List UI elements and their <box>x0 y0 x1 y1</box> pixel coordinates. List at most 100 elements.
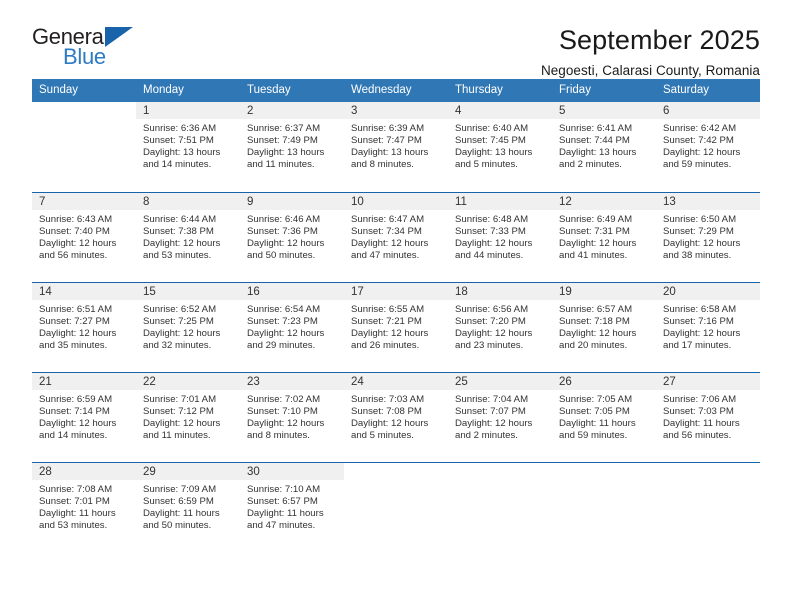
day-number: 13 <box>656 193 760 210</box>
calendar-day-cell[interactable]: 14 Sunrise: 6:51 AM Sunset: 7:27 PM Dayligh… <box>32 283 136 372</box>
day-number: 19 <box>552 283 656 300</box>
sunset-text: Sunset: 7:12 PM <box>143 406 214 418</box>
daylight-text-line1: Daylight: 12 hours <box>39 328 117 340</box>
sunrise-text: Sunrise: 7:02 AM <box>247 394 321 405</box>
sunrise-text: Sunrise: 6:54 AM <box>247 304 321 315</box>
calendar-day-cell[interactable]: 10 Sunrise: 6:47 AM Sunset: 7:34 PM Dayligh… <box>344 193 448 282</box>
weekday-header-thursday: Thursday <box>455 84 503 96</box>
day-details: Sunrise: 6:39 AM Sunset: 7:47 PM Daylight:… <box>344 119 448 171</box>
day-details: Sunrise: 7:03 AM Sunset: 7:08 PM Daylight:… <box>344 390 448 442</box>
calendar-day-cell-empty <box>32 102 136 192</box>
day-details: Sunrise: 6:56 AM Sunset: 7:20 PM Daylight:… <box>448 300 552 352</box>
calendar-day-cell[interactable]: 9 Sunrise: 6:46 AM Sunset: 7:36 PM Daylight… <box>240 193 344 282</box>
calendar-day-cell[interactable]: 26 Sunrise: 7:05 AM Sunset: 7:05 PM Dayligh… <box>552 373 656 462</box>
sunset-text: Sunset: 7:05 PM <box>559 406 630 418</box>
calendar-day-cell[interactable]: 2 Sunrise: 6:37 AM Sunset: 7:49 PM Daylight… <box>240 102 344 192</box>
sunset-text: Sunset: 7:29 PM <box>663 226 734 238</box>
daylight-text-line1: Daylight: 12 hours <box>143 418 221 430</box>
calendar-day-cell[interactable]: 13 Sunrise: 6:50 AM Sunset: 7:29 PM Dayligh… <box>656 193 760 282</box>
calendar-day-cell[interactable]: 16 Sunrise: 6:54 AM Sunset: 7:23 PM Dayligh… <box>240 283 344 372</box>
sunset-text: Sunset: 7:01 PM <box>39 496 110 508</box>
general-blue-logo[interactable]: General Blue <box>32 26 172 76</box>
sunrise-text: Sunrise: 6:40 AM <box>455 123 529 134</box>
calendar-day-cell[interactable]: 28 Sunrise: 7:08 AM Sunset: 7:01 PM Dayligh… <box>32 463 136 552</box>
day-details: Sunrise: 6:46 AM Sunset: 7:36 PM Daylight:… <box>240 210 344 262</box>
calendar-day-cell-empty <box>656 463 760 552</box>
calendar-day-cell[interactable]: 12 Sunrise: 6:49 AM Sunset: 7:31 PM Dayligh… <box>552 193 656 282</box>
day-number: 25 <box>448 373 552 390</box>
day-number: 8 <box>136 193 240 210</box>
calendar-page: General Blue September 2025 Negoesti, Ca… <box>0 0 792 612</box>
calendar-day-cell[interactable]: 23 Sunrise: 7:02 AM Sunset: 7:10 PM Dayligh… <box>240 373 344 462</box>
calendar-day-cell[interactable]: 17 Sunrise: 6:55 AM Sunset: 7:21 PM Dayligh… <box>344 283 448 372</box>
calendar-day-cell[interactable]: 22 Sunrise: 7:01 AM Sunset: 7:12 PM Dayligh… <box>136 373 240 462</box>
daylight-text-line1: Daylight: 12 hours <box>351 328 429 340</box>
calendar-day-cell[interactable]: 1 Sunrise: 6:36 AM Sunset: 7:51 PM Daylight… <box>136 102 240 192</box>
day-number: 22 <box>136 373 240 390</box>
calendar-day-cell[interactable]: 11 Sunrise: 6:48 AM Sunset: 7:33 PM Dayligh… <box>448 193 552 282</box>
daylight-text-line1: Daylight: 11 hours <box>247 508 324 520</box>
calendar-week-row: 28 Sunrise: 7:08 AM Sunset: 7:01 PM Dayligh… <box>32 462 760 552</box>
sunset-text: Sunset: 7:14 PM <box>39 406 110 418</box>
triangle-icon <box>105 27 133 47</box>
daylight-text-line2: and 26 minutes. <box>351 340 420 352</box>
daylight-text-line1: Daylight: 12 hours <box>39 238 117 250</box>
calendar-day-cell[interactable]: 5 Sunrise: 6:41 AM Sunset: 7:44 PM Daylight… <box>552 102 656 192</box>
day-details: Sunrise: 6:40 AM Sunset: 7:45 PM Daylight:… <box>448 119 552 171</box>
daylight-text-line2: and 47 minutes. <box>351 250 420 262</box>
day-details: Sunrise: 6:50 AM Sunset: 7:29 PM Daylight:… <box>656 210 760 262</box>
daylight-text-line1: Daylight: 12 hours <box>559 328 637 340</box>
sunrise-text: Sunrise: 6:52 AM <box>143 304 217 315</box>
calendar-week-row: 14 Sunrise: 6:51 AM Sunset: 7:27 PM Dayligh… <box>32 282 760 372</box>
sunrise-text: Sunrise: 7:10 AM <box>247 484 321 495</box>
calendar-day-cell-empty <box>448 463 552 552</box>
calendar-day-cell[interactable]: 7 Sunrise: 6:43 AM Sunset: 7:40 PM Daylight… <box>32 193 136 282</box>
sunrise-text: Sunrise: 7:04 AM <box>455 394 529 405</box>
sunset-text: Sunset: 7:21 PM <box>351 316 422 328</box>
day-details: Sunrise: 6:44 AM Sunset: 7:38 PM Daylight:… <box>136 210 240 262</box>
daylight-text-line1: Daylight: 12 hours <box>143 238 221 250</box>
daylight-text-line2: and 11 minutes. <box>247 159 315 171</box>
calendar-day-cell[interactable]: 21 Sunrise: 6:59 AM Sunset: 7:14 PM Dayligh… <box>32 373 136 462</box>
daylight-text-line1: Daylight: 13 hours <box>559 147 637 159</box>
calendar-day-cell[interactable]: 15 Sunrise: 6:52 AM Sunset: 7:25 PM Dayligh… <box>136 283 240 372</box>
day-number: 20 <box>656 283 760 300</box>
daylight-text-line2: and 11 minutes. <box>143 430 211 442</box>
sunrise-text: Sunrise: 6:56 AM <box>455 304 529 315</box>
daylight-text-line2: and 23 minutes. <box>455 340 524 352</box>
calendar-day-cell[interactable]: 24 Sunrise: 7:03 AM Sunset: 7:08 PM Dayligh… <box>344 373 448 462</box>
calendar-day-cell[interactable]: 8 Sunrise: 6:44 AM Sunset: 7:38 PM Daylight… <box>136 193 240 282</box>
day-details: Sunrise: 6:59 AM Sunset: 7:14 PM Daylight:… <box>32 390 136 442</box>
daylight-text-line1: Daylight: 12 hours <box>663 238 741 250</box>
sunrise-text: Sunrise: 6:59 AM <box>39 394 113 405</box>
calendar-day-cell[interactable]: 29 Sunrise: 7:09 AM Sunset: 6:59 PM Dayligh… <box>136 463 240 552</box>
day-details: Sunrise: 7:06 AM Sunset: 7:03 PM Daylight:… <box>656 390 760 442</box>
calendar-day-cell[interactable]: 19 Sunrise: 6:57 AM Sunset: 7:18 PM Dayligh… <box>552 283 656 372</box>
day-number: 15 <box>136 283 240 300</box>
calendar-day-cell[interactable]: 27 Sunrise: 7:06 AM Sunset: 7:03 PM Dayligh… <box>656 373 760 462</box>
daylight-text-line2: and 59 minutes. <box>663 159 732 171</box>
sunrise-text: Sunrise: 6:36 AM <box>143 123 217 134</box>
weekday-header-wednesday: Wednesday <box>351 84 412 96</box>
daylight-text-line2: and 5 minutes. <box>351 430 414 442</box>
calendar-day-cell[interactable]: 6 Sunrise: 6:42 AM Sunset: 7:42 PM Daylight… <box>656 102 760 192</box>
sunset-text: Sunset: 7:33 PM <box>455 226 526 238</box>
calendar-day-cell[interactable]: 30 Sunrise: 7:10 AM Sunset: 6:57 PM Dayligh… <box>240 463 344 552</box>
day-number <box>32 102 136 119</box>
sunrise-text: Sunrise: 6:37 AM <box>247 123 321 134</box>
sunrise-text: Sunrise: 6:39 AM <box>351 123 425 134</box>
sunset-text: Sunset: 7:23 PM <box>247 316 318 328</box>
sunset-text: Sunset: 7:03 PM <box>663 406 734 418</box>
calendar-day-cell[interactable]: 3 Sunrise: 6:39 AM Sunset: 7:47 PM Daylight… <box>344 102 448 192</box>
calendar-day-cell[interactable]: 20 Sunrise: 6:58 AM Sunset: 7:16 PM Dayligh… <box>656 283 760 372</box>
calendar-day-cell[interactable]: 4 Sunrise: 6:40 AM Sunset: 7:45 PM Daylight… <box>448 102 552 192</box>
sunset-text: Sunset: 7:20 PM <box>455 316 526 328</box>
calendar-day-cell[interactable]: 25 Sunrise: 7:04 AM Sunset: 7:07 PM Dayligh… <box>448 373 552 462</box>
sunrise-text: Sunrise: 6:58 AM <box>663 304 737 315</box>
day-number: 6 <box>656 102 760 119</box>
day-number: 5 <box>552 102 656 119</box>
sunrise-text: Sunrise: 6:46 AM <box>247 214 321 225</box>
sunrise-text: Sunrise: 6:57 AM <box>559 304 633 315</box>
calendar-day-cell[interactable]: 18 Sunrise: 6:56 AM Sunset: 7:20 PM Dayligh… <box>448 283 552 372</box>
daylight-text-line2: and 50 minutes. <box>143 520 212 532</box>
